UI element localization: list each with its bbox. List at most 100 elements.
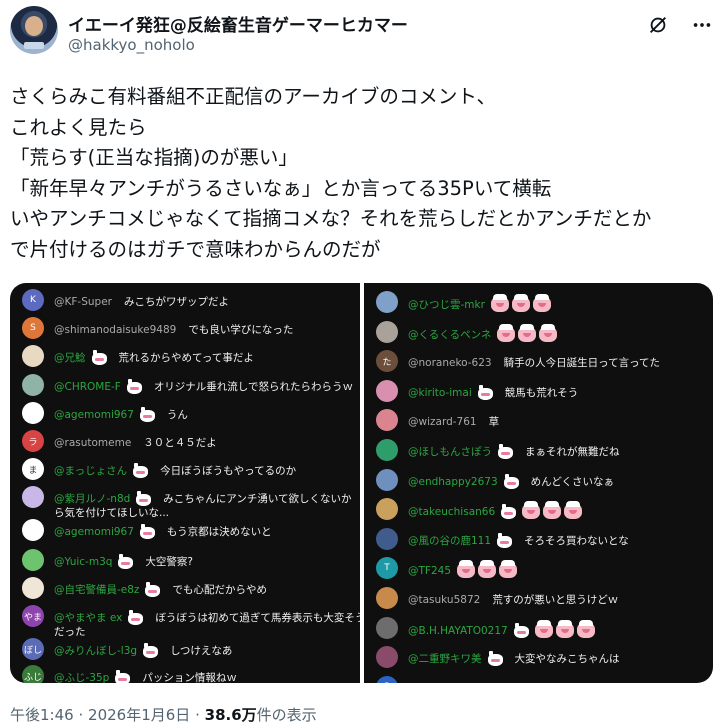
tweet-header: イエーイ発狂@反絵畜生音ゲーマーヒカマー @hakkyo_noholo bbox=[10, 4, 713, 60]
comment-text: めんどくさいなぁ bbox=[530, 475, 615, 488]
comment-text: そろそろ買わないとな bbox=[524, 534, 629, 547]
commenter-avatar bbox=[376, 320, 398, 343]
comment-text: 草 bbox=[488, 416, 500, 429]
commenter-avatar bbox=[22, 345, 44, 367]
tweet-date[interactable]: 2026年1月6日 bbox=[88, 706, 190, 723]
sticker-icon bbox=[543, 501, 562, 520]
commenter-name: @tasuku5872 bbox=[408, 594, 481, 606]
commenter-name: @noraneko-623 bbox=[408, 357, 492, 370]
chat-comment: @ひつじ雲-mkr bbox=[364, 287, 713, 319]
comment-text: もう京都は決めないと bbox=[166, 526, 272, 538]
comment-text: 今日ぼうぼうもやってるのか bbox=[160, 465, 297, 477]
sticker-icon bbox=[490, 294, 509, 312]
commenter-avatar bbox=[376, 616, 398, 639]
commenter-name: @やまやま ex bbox=[54, 612, 123, 624]
commenter-avatar bbox=[22, 486, 44, 508]
comment-text: みこちゃんにアンチ湧いて欲しくないか bbox=[163, 493, 352, 505]
comment-text: 荒れるからやめてって事だよ bbox=[118, 352, 254, 364]
sticker-icon bbox=[576, 619, 595, 638]
member-badge-icon bbox=[115, 670, 131, 683]
commenter-avatar bbox=[376, 527, 398, 550]
comment-line: @くるくるペンネ bbox=[408, 323, 569, 342]
sticker-icon bbox=[499, 560, 517, 579]
comment-line: @endhappy2673 めんどくさいなぁ bbox=[408, 473, 615, 489]
chat-comment: @兄鯰 荒れるからやめてって事だよ bbox=[10, 341, 360, 373]
commenter-name: @CHROME-F bbox=[54, 381, 121, 393]
comment-text: 荒すのが悪いと思うけどｗ bbox=[492, 594, 619, 606]
comment-text: パッション情報ねｗ bbox=[142, 672, 237, 683]
chat-screenshot-right[interactable]: @ひつじ雲-mkr @くるくるペンネた @noraneko-623 騎手の人今日誕生日… bbox=[364, 283, 713, 683]
chat-comment: @takeuchisan66 bbox=[364, 494, 713, 526]
commenter-name: @まっじょさん bbox=[54, 465, 128, 477]
commenter-avatar bbox=[376, 587, 398, 609]
author-display-name[interactable]: イエーイ発狂@反絵畜生音ゲーマーヒカマー bbox=[68, 11, 408, 36]
commenter-avatar bbox=[376, 646, 398, 669]
commenter-avatar bbox=[22, 374, 44, 396]
chat-comment: @ほしもんさぽう まぁそれが無難だね bbox=[364, 435, 713, 467]
chat-screenshot-left[interactable]: K @KF-Super みこちがワザップだよ S @shimanodaisuke9489… bbox=[10, 283, 360, 683]
view-count-label: 件の表示 bbox=[256, 706, 317, 723]
comment-line: @CHROME-F オリジナル垂れ流しで怒られたらわらうｗ bbox=[54, 379, 353, 394]
commenter-name: @Yuic-m3q bbox=[54, 556, 113, 568]
author-handle[interactable]: @hakkyo_noholo bbox=[68, 36, 195, 54]
commenter-avatar: やま bbox=[22, 605, 44, 627]
member-badge-icon bbox=[501, 504, 517, 520]
comment-line: @自宅警備員-e8z でも心配だからやめ bbox=[54, 582, 267, 597]
commenter-avatar bbox=[22, 549, 44, 571]
comment-text: 大変やなみこちゃんは bbox=[514, 653, 620, 666]
member-badge-icon bbox=[145, 582, 161, 597]
commenter-avatar: ま bbox=[22, 458, 44, 480]
commenter-name: @ひつじ雲-mkr bbox=[408, 299, 485, 311]
grok-icon[interactable] bbox=[647, 14, 669, 36]
chat-comment: @kirito-imai 競馬も荒れそう bbox=[364, 376, 713, 408]
member-badge-icon bbox=[139, 407, 155, 422]
sticker-icon bbox=[457, 560, 475, 579]
commenter-avatar: ラ bbox=[22, 430, 44, 452]
sticker-icon bbox=[518, 323, 537, 342]
chat-comment: @くるくるペンネ bbox=[364, 317, 713, 349]
tweet-line: 「荒らす(正当な指摘)のが悪い」 bbox=[10, 146, 298, 170]
user-avatar[interactable] bbox=[10, 6, 58, 54]
comment-text: でも心配だからやめ bbox=[172, 584, 267, 596]
sticker-icon bbox=[539, 323, 558, 342]
tweet-media[interactable]: K @KF-Super みこちがワザップだよ S @shimanodaisuke9489… bbox=[10, 283, 713, 683]
sticker-icon bbox=[497, 323, 516, 342]
comment-text: みこちがワザップだよ bbox=[123, 296, 229, 308]
comment-line: @B.H.HAYATO0217 bbox=[408, 619, 607, 638]
comment-text: まぁそれが無難だね bbox=[525, 446, 620, 458]
sticker-icon bbox=[522, 501, 541, 520]
comment-line: @kirito-imai 競馬も荒れそう bbox=[408, 384, 579, 400]
commenter-name: @兄鯰 bbox=[54, 352, 86, 364]
member-badge-icon bbox=[513, 622, 529, 638]
sticker-icon bbox=[555, 619, 574, 638]
member-badge-icon bbox=[126, 379, 142, 394]
comment-text: ３０と４５だよ bbox=[143, 437, 217, 449]
comment-line: @KF-Super みこちがワザップだよ bbox=[54, 294, 229, 309]
member-badge-icon bbox=[497, 532, 513, 548]
separator: · bbox=[195, 706, 200, 723]
chat-comment: @tasuku5872 荒すのが悪いと思うけどｗ bbox=[364, 583, 713, 615]
comment-line: @ひつじ雲-mkr bbox=[408, 294, 563, 312]
commenter-name: @agemomi967 bbox=[54, 409, 134, 421]
commenter-avatar bbox=[376, 291, 398, 313]
comment-line: @noraneko-623 騎手の人今日誕生日って言ってた bbox=[408, 355, 660, 370]
chat-comment: @B.H.HAYATO0217 bbox=[364, 613, 713, 645]
commenter-avatar bbox=[22, 519, 44, 541]
tweet-line: いやアンチコメじゃなくて指摘コメな？それを荒らしだとかアンチだとか bbox=[10, 207, 652, 231]
member-badge-icon bbox=[487, 651, 503, 667]
commenter-avatar bbox=[376, 498, 398, 521]
comment-text: 競馬も荒れそう bbox=[504, 386, 579, 399]
commenter-name: @ふじ-35p bbox=[54, 672, 110, 683]
commenter-name: @みりんぼし-l3g bbox=[54, 645, 138, 657]
commenter-name: @shimanodaisuke9489 bbox=[54, 324, 177, 336]
more-options-icon[interactable] bbox=[691, 14, 713, 36]
tweet-time[interactable]: 午後1:46 bbox=[10, 706, 74, 723]
commenter-name: @自宅警備員-e8z bbox=[54, 584, 140, 596]
commenter-name: @風の谷の鹿111 bbox=[408, 534, 492, 547]
commenter-name: @KF-Super bbox=[54, 296, 112, 308]
chat-comment: T @TF245 bbox=[364, 553, 713, 585]
comment-line: @agemomi967 うん bbox=[54, 407, 188, 422]
commenter-avatar: ふじ bbox=[22, 665, 44, 683]
commenter-avatar: S bbox=[22, 317, 44, 339]
commenter-avatar bbox=[22, 577, 44, 599]
